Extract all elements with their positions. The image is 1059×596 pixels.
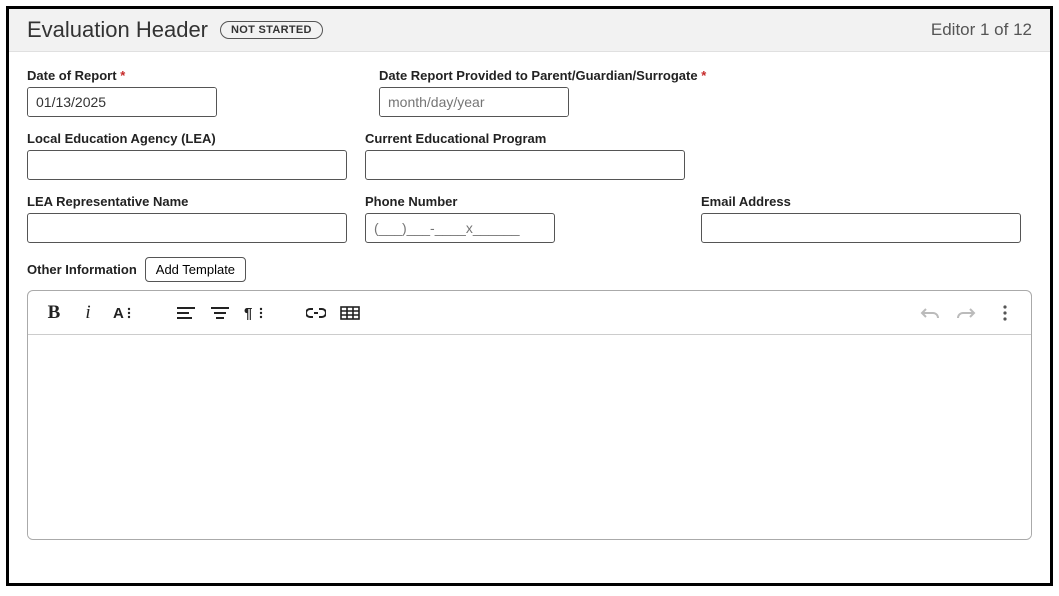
undo-icon	[919, 307, 939, 319]
label-phone: Phone Number	[365, 194, 555, 209]
bold-icon: B	[48, 302, 61, 324]
editor-toolbar: B i A ¶	[28, 291, 1031, 335]
rep-name-input[interactable]	[27, 213, 347, 243]
label-other-info: Other Information	[27, 262, 137, 277]
toolbar-left: B i A ¶	[42, 301, 396, 325]
label-lea: Local Education Agency (LEA)	[27, 131, 347, 146]
field-lea: Local Education Agency (LEA)	[27, 131, 347, 180]
header-bar: Evaluation Header NOT STARTED Editor 1 o…	[9, 9, 1050, 52]
table-button[interactable]	[338, 301, 362, 325]
undo-button[interactable]	[917, 301, 941, 325]
italic-button[interactable]: i	[76, 301, 100, 325]
field-rep-name: LEA Representative Name	[27, 194, 347, 243]
align-center-icon	[211, 306, 229, 320]
other-info-header: Other Information Add Template	[27, 257, 1032, 282]
toolbar-group-insert	[304, 301, 362, 325]
field-date-provided: Date Report Provided to Parent/Guardian/…	[379, 68, 706, 117]
italic-icon: i	[85, 302, 90, 324]
field-program: Current Educational Program	[365, 131, 685, 180]
toolbar-group-align: ¶	[174, 301, 270, 325]
required-asterisk: *	[120, 68, 125, 83]
phone-input[interactable]	[365, 213, 555, 243]
font-size-icon: A	[113, 304, 137, 322]
lea-input[interactable]	[27, 150, 347, 180]
bold-button[interactable]: B	[42, 301, 66, 325]
align-center-button[interactable]	[208, 301, 232, 325]
field-phone: Phone Number	[365, 194, 555, 243]
status-badge: NOT STARTED	[220, 21, 323, 39]
rich-text-editor: B i A ¶	[27, 290, 1032, 540]
font-button[interactable]: A	[110, 301, 140, 325]
label-program: Current Educational Program	[365, 131, 685, 146]
date-provided-input-wrap	[379, 87, 569, 117]
date-of-report-input-wrap	[27, 87, 217, 117]
form-area: Date of Report * Date Report Provided to…	[9, 52, 1050, 558]
email-input[interactable]	[701, 213, 1021, 243]
table-icon	[340, 306, 360, 320]
app-frame: Evaluation Header NOT STARTED Editor 1 o…	[6, 6, 1053, 586]
date-of-report-input[interactable]	[28, 88, 217, 116]
label-date-provided: Date Report Provided to Parent/Guardian/…	[379, 68, 706, 83]
program-input[interactable]	[365, 150, 685, 180]
page-title: Evaluation Header	[27, 17, 208, 43]
field-date-of-report: Date of Report *	[27, 68, 361, 117]
link-icon	[306, 307, 326, 319]
row-contact: LEA Representative Name Phone Number Ema…	[27, 194, 1032, 243]
editor-count: Editor 1 of 12	[931, 20, 1032, 40]
label-date-of-report: Date of Report *	[27, 68, 361, 83]
align-left-icon	[177, 306, 195, 320]
field-email: Email Address	[701, 194, 1021, 243]
svg-text:¶: ¶	[244, 305, 252, 321]
redo-button[interactable]	[955, 301, 979, 325]
row-dates: Date of Report * Date Report Provided to…	[27, 68, 1032, 117]
required-asterisk: *	[701, 68, 706, 83]
editor-content[interactable]	[28, 335, 1031, 539]
toolbar-right	[917, 301, 1017, 325]
row-lea-program: Local Education Agency (LEA) Current Edu…	[27, 131, 1032, 180]
label-email: Email Address	[701, 194, 1021, 209]
label-rep-name: LEA Representative Name	[27, 194, 347, 209]
paragraph-icon: ¶	[244, 305, 268, 321]
align-left-button[interactable]	[174, 301, 198, 325]
header-left: Evaluation Header NOT STARTED	[27, 17, 323, 43]
link-button[interactable]	[304, 301, 328, 325]
redo-icon	[957, 307, 977, 319]
more-vertical-icon	[1002, 304, 1008, 322]
more-button[interactable]	[993, 301, 1017, 325]
paragraph-button[interactable]: ¶	[242, 301, 270, 325]
toolbar-group-text: B i A	[42, 301, 140, 325]
add-template-button[interactable]: Add Template	[145, 257, 246, 282]
date-provided-input[interactable]	[380, 88, 569, 116]
svg-text:A: A	[113, 305, 124, 322]
